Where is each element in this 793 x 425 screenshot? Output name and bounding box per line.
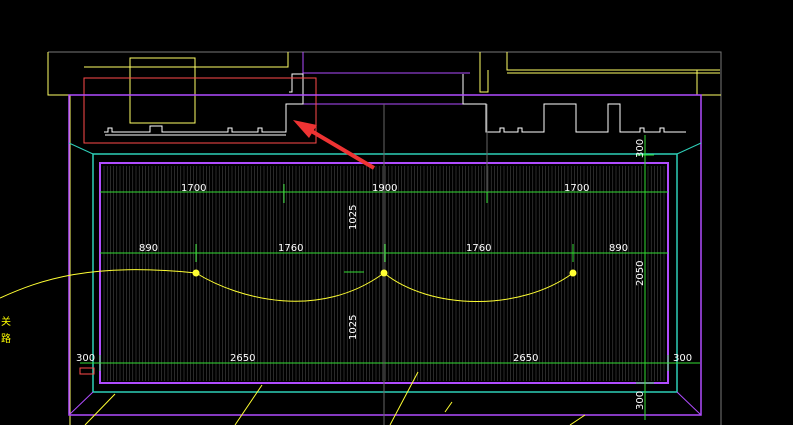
side-label-switch: 关 [1, 315, 11, 328]
dim-top-1: 1700 [181, 183, 206, 194]
dim-right-bottom: 300 [635, 391, 646, 410]
dim-mid-1: 890 [139, 243, 158, 254]
light-node-icon [192, 269, 200, 277]
dim-bottom-4: 300 [673, 353, 692, 364]
dim-right-top: 300 [635, 139, 646, 158]
dim-mid-3: 1760 [466, 243, 491, 254]
cad-drawing-canvas[interactable]: 1700 1900 1700 890 1760 1760 890 300 265… [0, 0, 793, 425]
dim-vertical-upper: 1025 [348, 205, 359, 230]
dim-bottom-1: 300 [76, 353, 95, 364]
dim-bottom-3: 2650 [513, 353, 538, 364]
light-node-icon [380, 269, 388, 277]
dim-top-3: 1700 [564, 183, 589, 194]
dim-vertical-lower: 1025 [348, 315, 359, 340]
dim-bottom-2: 2650 [230, 353, 255, 364]
dim-mid-4: 890 [609, 243, 628, 254]
light-node-icon [569, 269, 577, 277]
side-label-circuit: 路 [1, 332, 11, 345]
dim-top-2: 1900 [372, 183, 397, 194]
dim-right-middle: 2050 [635, 261, 646, 286]
dim-mid-2: 1760 [278, 243, 303, 254]
